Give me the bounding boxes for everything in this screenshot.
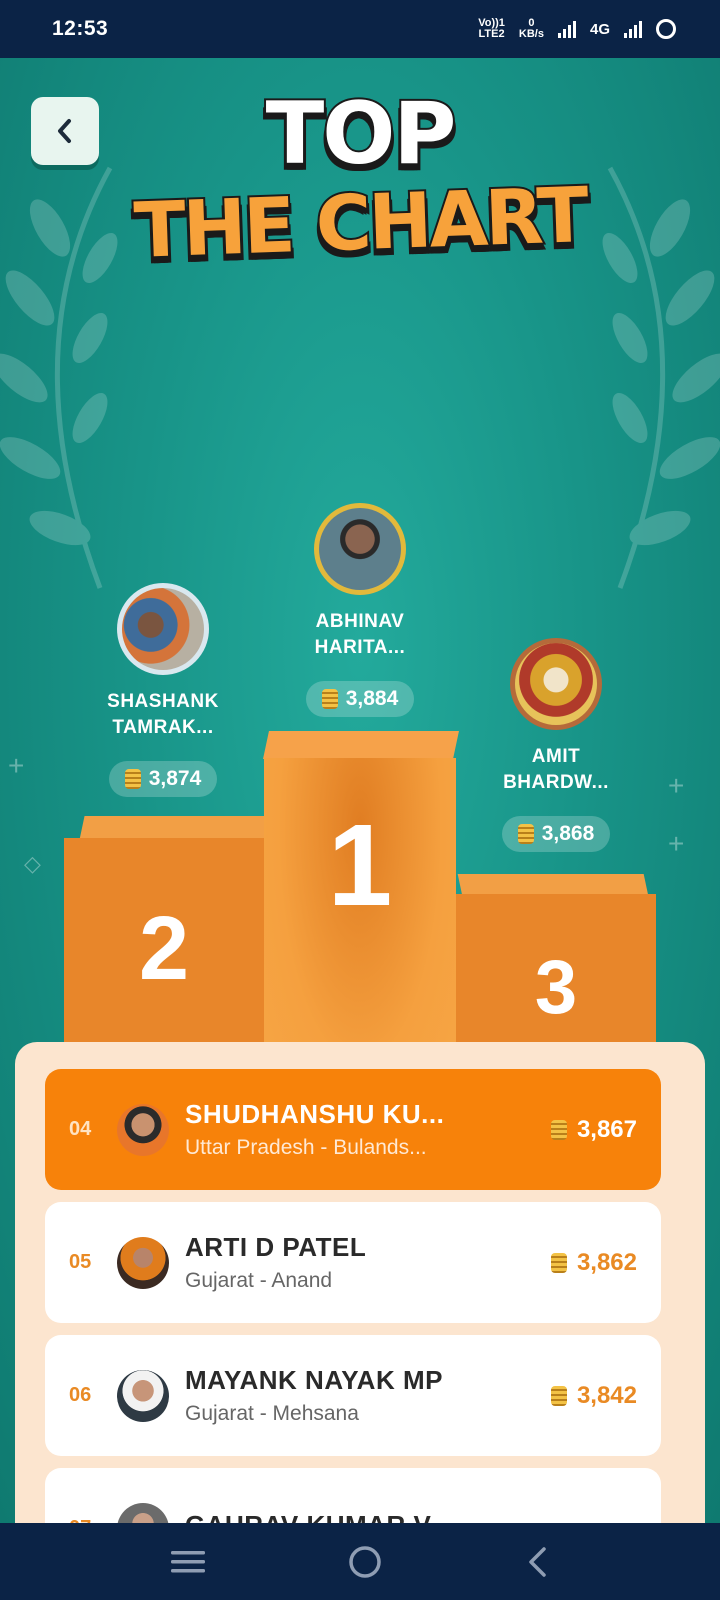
plus-deco-icon: + (668, 770, 685, 801)
score-value: 3,842 (576, 1381, 637, 1409)
rank-number: 06 (69, 1384, 92, 1406)
row-score: 3,862 (550, 1248, 637, 1277)
podium-number-first: 1 (327, 800, 393, 930)
plus-deco-icon: + (668, 828, 685, 859)
score-value: 3,862 (576, 1248, 637, 1276)
winner-name: AMIT BHARDW... (471, 744, 641, 796)
winner-name-line1: ABHINAV (315, 611, 405, 632)
title-line-bottom: THE CHART (131, 168, 590, 277)
back-triangle-icon[interactable] (525, 1546, 549, 1578)
list-item[interactable]: 07 GAURAV KUMAR V... (45, 1468, 661, 1523)
list-item[interactable]: 05 ARTI D PATEL Gujarat - Anand 3,862 (45, 1202, 661, 1323)
player-name: GAURAV KUMAR V... (185, 1510, 637, 1523)
player-location: Gujarat - Anand (185, 1269, 333, 1292)
volte-indicator: Vo))1 LTE2 (478, 18, 505, 40)
home-circle-icon[interactable] (348, 1545, 382, 1579)
score-value: 3,874 (148, 767, 202, 790)
row-score: 3,867 (550, 1115, 637, 1144)
rank-number: 04 (69, 1118, 92, 1140)
list-item[interactable]: 06 MAYANK NAYAK MP Gujarat - Mehsana 3,8… (45, 1335, 661, 1456)
row-score: 3,842 (550, 1381, 637, 1410)
coin-stack-icon (550, 1252, 567, 1273)
coin-stack-icon (124, 769, 141, 789)
podium-second[interactable]: SHASHANK TAMRAK... 3,874 (78, 583, 248, 797)
plus-deco-icon: + (8, 750, 25, 781)
avatar-ring-gold (314, 503, 406, 595)
podium-block-top-third (457, 874, 649, 896)
winner-name: ABHINAV HARITA... (275, 609, 445, 661)
coin-stack-icon (550, 1119, 567, 1140)
title-line-top: TOP (264, 84, 459, 184)
coin-stack-icon (517, 824, 534, 844)
winner-name-line2: HARITA... (314, 637, 406, 658)
score-value: 3,868 (541, 822, 595, 845)
avatar (117, 1103, 169, 1156)
network-type: 4G (589, 20, 610, 38)
score-value: 3,884 (345, 687, 399, 710)
winner-name-line1: AMIT (531, 746, 581, 767)
leaderboard-screen: + + + ◇ TOP THE CHART ABHINAV HARITA... … (0, 58, 720, 1523)
status-time: 12:53 (52, 17, 109, 40)
coin-stack-icon (550, 1385, 567, 1406)
podium-third[interactable]: AMIT BHARDW... 3,868 (471, 638, 641, 852)
signal-icon-2 (624, 20, 642, 38)
avatar-ring-silver (117, 583, 209, 675)
list-item[interactable]: 04 SHUDHANSHU KU... Uttar Pradesh - Bula… (45, 1069, 661, 1190)
player-name: SHUDHANSHU KU... (185, 1099, 445, 1129)
score-pill: 3,874 (108, 761, 218, 797)
winner-name: SHASHANK TAMRAK... (78, 689, 248, 741)
score-value: 3,867 (576, 1115, 637, 1143)
signal-icon (557, 20, 576, 38)
podium-number-third: 3 (534, 945, 578, 1030)
rank-number: 05 (69, 1251, 92, 1273)
menu-icon[interactable] (171, 1549, 206, 1575)
winner-name-line2: BHARDW... (503, 772, 609, 793)
winner-name-line1: SHASHANK (107, 691, 219, 712)
page-title: TOP THE CHART (0, 84, 720, 277)
status-bar: 12:53 Vo))1 LTE2 0 KB/s 4G (0, 0, 720, 58)
podium-block-top-second (79, 816, 273, 840)
winner-name-line2: TAMRAK... (112, 717, 214, 738)
avatar (117, 1236, 169, 1289)
coin-stack-icon (321, 689, 338, 709)
podium-block-top-first (263, 731, 459, 759)
avatar (117, 1502, 169, 1523)
player-location: Uttar Pradesh - Bulands... (185, 1136, 427, 1159)
player-name: ARTI D PATEL (185, 1232, 367, 1262)
player-location: Gujarat - Mehsana (185, 1402, 359, 1425)
player-name: MAYANK NAYAK MP (185, 1365, 443, 1395)
podium-number-second: 2 (138, 899, 190, 999)
leaderboard-panel: 04 SHUDHANSHU KU... Uttar Pradesh - Bula… (15, 1042, 705, 1523)
score-pill: 3,884 (305, 681, 415, 717)
system-nav-bar (0, 1523, 720, 1600)
avatar (319, 508, 401, 590)
avatar-ring-bronze (510, 638, 602, 730)
avatar (122, 588, 204, 670)
lte-label: LTE2 (478, 28, 505, 40)
sync-circle-icon (656, 19, 676, 39)
diamond-deco-icon: ◇ (24, 851, 41, 876)
status-icons: Vo))1 LTE2 0 KB/s 4G (478, 18, 676, 40)
speed-unit: KB/s (518, 28, 544, 40)
avatar (117, 1369, 169, 1422)
score-pill: 3,868 (501, 816, 611, 852)
data-speed: 0 KB/s (519, 18, 544, 40)
podium-first[interactable]: ABHINAV HARITA... 3,884 (275, 503, 445, 717)
avatar (515, 643, 597, 725)
